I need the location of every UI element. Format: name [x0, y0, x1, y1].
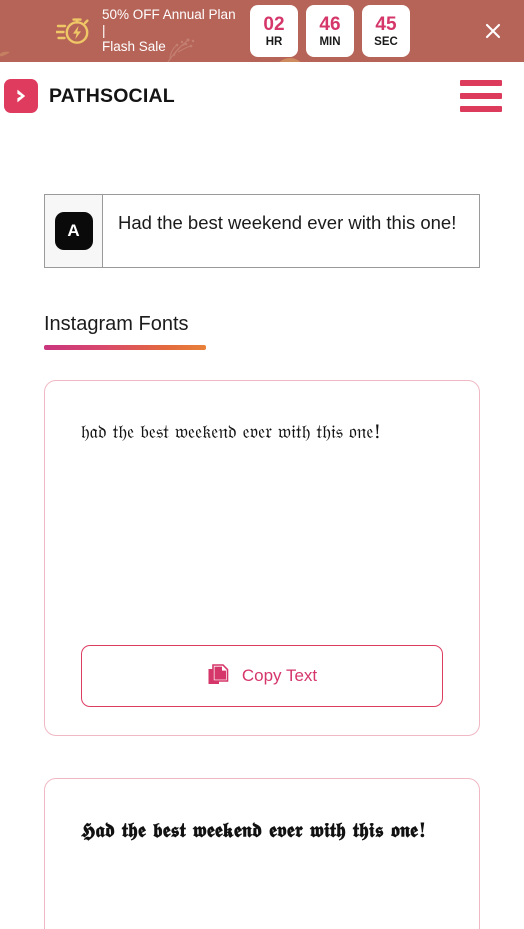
countdown-minutes-label: MIN — [319, 35, 341, 48]
countdown-hours: 02 HR — [250, 5, 298, 57]
card-spacer — [81, 446, 443, 645]
section-title: Instagram Fonts — [44, 313, 189, 335]
font-card: 𝕳𝖆𝖉 𝖙𝖍𝖊 𝖇𝖊𝖘𝖙 𝖜𝖊𝖊𝖐𝖊𝖓𝖉 𝖊𝖛𝖊𝖗 𝖜𝖎𝖙𝖍 𝖙𝖍𝖎𝖘 𝖔𝖓𝖊! — [44, 778, 480, 929]
path-social-arrow-icon — [4, 79, 38, 113]
promo-headline: 50% OFF Annual Plan | Flash Sale — [102, 7, 242, 55]
hamburger-bar — [460, 93, 502, 99]
countdown-minutes-value: 46 — [319, 13, 341, 35]
section-header: Instagram Fonts — [44, 312, 480, 350]
font-sample-text: 𝕳𝖆𝖉 𝖙𝖍𝖊 𝖇𝖊𝖘𝖙 𝖜𝖊𝖊𝖐𝖊𝖓𝖉 𝖊𝖛𝖊𝖗 𝖜𝖎𝖙𝖍 𝖙𝖍𝖎𝖘 𝖔𝖓𝖊! — [81, 818, 427, 842]
site-header: PATHSOCIAL — [0, 62, 524, 130]
letter-a-badge-icon: A — [54, 212, 93, 250]
countdown-timer: 02 HR 46 MIN 45 SEC — [250, 5, 410, 57]
copy-text-button[interactable]: Copy Text — [81, 645, 443, 707]
countdown-hours-value: 02 — [263, 13, 285, 35]
main-content: A Had the best weekend ever with this on… — [0, 194, 524, 929]
hamburger-bar — [460, 80, 502, 86]
input-gutter: A — [45, 195, 103, 267]
scrolled-content-fragment — [86, 130, 146, 140]
hamburger-menu-icon[interactable] — [460, 80, 502, 112]
countdown-seconds-label: SEC — [374, 35, 398, 48]
brand-logo[interactable]: PATHSOCIAL — [4, 79, 175, 113]
stopwatch-bolt-icon — [56, 16, 90, 46]
page-viewport: 50% OFF Annual Plan | Flash Sale 02 HR 4… — [0, 0, 524, 929]
promo-headline-line2: Flash Sale — [102, 39, 166, 54]
decorative-leaf-left-icon — [0, 51, 10, 57]
header-scroll-fade — [0, 130, 524, 156]
promo-banner: 50% OFF Annual Plan | Flash Sale 02 HR 4… — [0, 0, 524, 62]
brand-name: PATHSOCIAL — [49, 84, 175, 107]
font-card: 𝔥𝔞𝔡 𝔱𝔥𝔢 𝔟𝔢𝔰𝔱 𝔴𝔢𝔢𝔨𝔢𝔫𝔡 𝔢𝔳𝔢𝔯 𝔴𝔦𝔱𝔥 𝔱𝔥𝔦𝔰 𝔬𝔫𝔢!… — [44, 380, 480, 736]
promo-close-button[interactable] — [480, 18, 506, 44]
text-input-field[interactable]: Had the best weekend ever with this one! — [103, 195, 479, 267]
card-spacer — [81, 843, 443, 929]
section-underline — [44, 345, 206, 350]
countdown-seconds-value: 45 — [375, 13, 397, 35]
countdown-minutes: 46 MIN — [306, 5, 354, 57]
hamburger-bar — [460, 106, 502, 112]
promo-headline-line1: 50% OFF Annual Plan | — [102, 7, 236, 38]
close-icon — [485, 23, 501, 39]
text-input-row[interactable]: A Had the best weekend ever with this on… — [44, 194, 480, 268]
countdown-hours-label: HR — [265, 35, 283, 48]
copy-pages-icon — [208, 664, 229, 684]
copy-text-label: Copy Text — [241, 666, 318, 685]
font-sample-text: 𝔥𝔞𝔡 𝔱𝔥𝔢 𝔟𝔢𝔰𝔱 𝔴𝔢𝔢𝔨𝔢𝔫𝔡 𝔢𝔳𝔢𝔯 𝔴𝔦𝔱𝔥 𝔱𝔥𝔦𝔰 𝔬𝔫𝔢! — [81, 421, 382, 443]
countdown-seconds: 45 SEC — [362, 5, 410, 57]
